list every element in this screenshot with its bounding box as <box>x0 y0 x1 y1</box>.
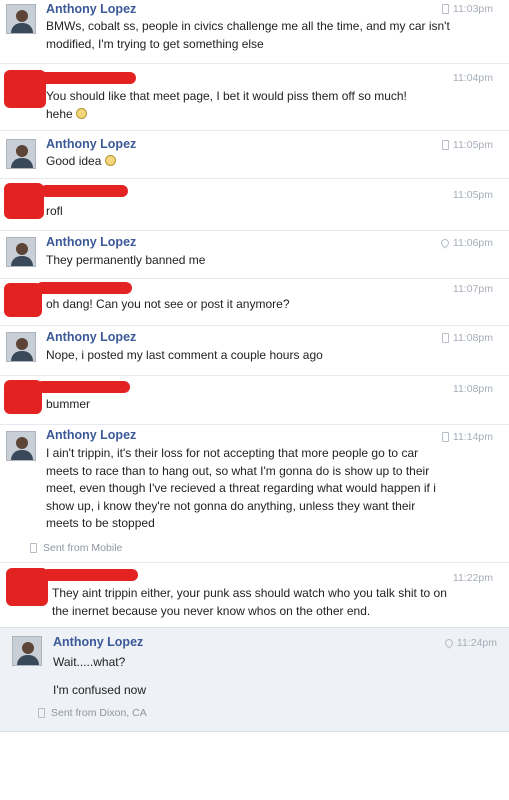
phone-icon <box>441 140 449 150</box>
message-anthony-2: Anthony Lopez 11:05pm Good idea <box>0 130 509 178</box>
message-other-3: 11:07pm oh dang! Can you not see or post… <box>0 278 509 325</box>
smiley-icon <box>76 107 88 119</box>
message-text: BMWs, cobalt ss, people in civics challe… <box>46 19 450 51</box>
redaction-mark <box>40 185 128 197</box>
message-text: Nope, i posted my last comment a couple … <box>46 348 323 362</box>
message-text: oh dang! Can you not see or post it anym… <box>46 297 290 311</box>
message-text: bummer <box>46 397 91 411</box>
phone-icon <box>441 4 449 14</box>
avatar[interactable] <box>12 636 42 666</box>
message-other-1: 11:04pm You should like that meet page, … <box>0 63 509 130</box>
timestamp: 11:05pm <box>452 189 493 201</box>
message-other-5: 11:22pm They aint trippin either, your p… <box>0 562 509 627</box>
message-text: They aint trippin either, your punk ass … <box>52 586 447 618</box>
timestamp: 11:03pm <box>441 3 493 15</box>
message-anthony-5: Anthony Lopez 11:14pm I ain't trippin, i… <box>0 424 509 562</box>
redaction-mark <box>42 569 138 581</box>
avatar[interactable] <box>6 4 36 34</box>
message-anthony-4: Anthony Lopez 11:08pm Nope, i posted my … <box>0 325 509 375</box>
timestamp: 11:08pm <box>441 332 493 344</box>
phone-icon <box>30 543 37 553</box>
avatar[interactable] <box>6 237 36 267</box>
message-anthony-1: Anthony Lopez 11:03pm BMWs, cobalt ss, p… <box>0 0 509 63</box>
phone-icon <box>441 333 449 343</box>
sender-name[interactable]: Anthony Lopez <box>46 428 136 442</box>
redaction-mark <box>36 282 132 294</box>
message-text: I ain't trippin, it's their loss for not… <box>46 446 436 530</box>
message-anthony-6: Anthony Lopez 11:24pm Wait.....what? I'm… <box>0 627 509 732</box>
sender-name[interactable]: Anthony Lopez <box>46 2 136 16</box>
timestamp: 11:14pm <box>441 431 493 443</box>
timestamp: 11:04pm <box>452 72 493 84</box>
message-text: You should like that meet page, I bet it… <box>46 89 407 121</box>
timestamp: 11:07pm <box>452 283 493 295</box>
timestamp: 11:05pm <box>441 139 493 151</box>
timestamp: 11:08pm <box>452 383 493 395</box>
timestamp: 11:24pm <box>443 637 497 649</box>
sent-from-location: Sent from Dixon, CA <box>38 707 147 719</box>
sent-from-mobile: Sent from Mobile <box>30 542 122 554</box>
message-text: They permanently banned me <box>46 253 206 267</box>
message-text: rofl <box>46 204 63 218</box>
smiley-icon <box>104 155 116 166</box>
message-anthony-3: Anthony Lopez 11:06pm They permanently b… <box>0 230 509 278</box>
redaction-mark <box>36 381 130 393</box>
message-other-2: 11:05pm rofl <box>0 178 509 230</box>
sender-name[interactable]: Anthony Lopez <box>53 635 143 649</box>
location-pin-icon <box>443 637 455 649</box>
message-text: Good idea <box>46 153 476 171</box>
avatar[interactable] <box>6 431 36 461</box>
sender-name[interactable]: Anthony Lopez <box>46 235 136 249</box>
avatar[interactable] <box>6 332 36 362</box>
phone-icon <box>38 708 45 718</box>
avatar[interactable] <box>6 139 36 169</box>
sender-name[interactable]: Anthony Lopez <box>46 330 136 344</box>
message-other-4: 11:08pm bummer <box>0 375 509 424</box>
timestamp: 11:22pm <box>452 572 493 584</box>
message-text: Wait.....what? <box>53 655 126 669</box>
timestamp: 11:06pm <box>439 237 493 249</box>
redaction-mark <box>40 72 136 84</box>
sender-name[interactable]: Anthony Lopez <box>46 137 136 151</box>
phone-icon <box>441 432 449 442</box>
redaction-mark <box>4 183 44 219</box>
message-text: I'm confused now <box>53 683 147 697</box>
location-pin-icon <box>439 237 451 249</box>
